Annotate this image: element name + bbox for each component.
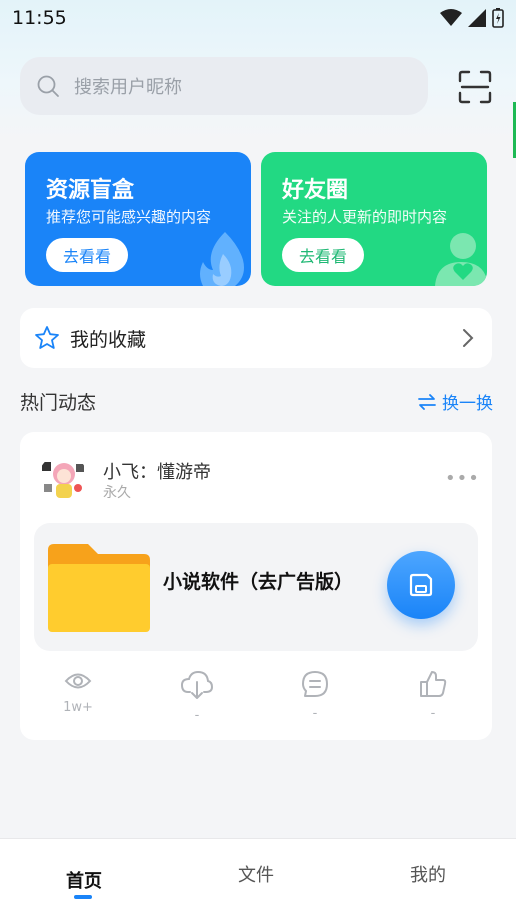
person-heart-icon xyxy=(435,233,487,286)
folder-icon xyxy=(48,544,150,632)
more-options-icon[interactable]: ••• xyxy=(445,468,480,489)
save-button[interactable] xyxy=(387,551,455,619)
comments-count: - xyxy=(312,706,318,721)
post-username[interactable]: 小飞：懂游帝 xyxy=(103,458,211,484)
card-subtitle: 推荐您可能感兴趣的内容 xyxy=(46,208,212,226)
search-icon xyxy=(37,75,59,97)
card-title: 好友圈 xyxy=(282,178,349,203)
card-title: 资源盲盒 xyxy=(46,178,135,203)
bottom-tab-bar: 首页 文件 我的 xyxy=(0,838,516,916)
status-icons xyxy=(440,8,504,28)
star-icon xyxy=(35,326,59,349)
search-input[interactable]: 搜索用户昵称 xyxy=(20,57,428,115)
status-bar: 11:55 xyxy=(0,0,516,36)
hot-feed-title: 热门动态 xyxy=(20,392,97,414)
friends-circle-go-button[interactable]: 去看看 xyxy=(282,238,364,272)
likes-stat[interactable]: - xyxy=(393,670,473,721)
signal-icon xyxy=(468,9,486,27)
post-user-subtitle: 永久 xyxy=(103,485,131,501)
swap-icon xyxy=(418,393,436,410)
battery-icon xyxy=(492,8,504,28)
my-favorites-row[interactable]: 我的收藏 xyxy=(20,308,492,368)
tab-files[interactable]: 文件 xyxy=(238,861,274,887)
wifi-icon xyxy=(440,9,462,26)
tab-active-indicator xyxy=(74,895,92,899)
chevron-right-icon xyxy=(463,329,474,347)
favorites-label: 我的收藏 xyxy=(70,328,147,351)
status-time: 11:55 xyxy=(12,7,67,29)
downloads-stat[interactable]: - xyxy=(157,670,237,723)
comments-stat[interactable]: - xyxy=(275,670,355,721)
post-card[interactable]: 小飞：懂游帝 永久 ••• 小说软件（去广告版） 1w+ - - - xyxy=(20,432,492,740)
resource-box-go-button[interactable]: 去看看 xyxy=(46,238,128,272)
thumbs-up-icon xyxy=(420,671,447,697)
file-item[interactable]: 小说软件（去广告版） xyxy=(34,523,478,651)
cloud-download-icon xyxy=(180,670,214,699)
eye-icon xyxy=(64,673,92,689)
save-icon xyxy=(409,573,433,597)
switch-label: 换一换 xyxy=(442,394,493,414)
tab-home[interactable]: 首页 xyxy=(66,867,102,893)
comment-icon xyxy=(302,671,328,697)
scan-icon[interactable] xyxy=(458,70,492,104)
views-stat: 1w+ xyxy=(38,670,118,715)
refresh-switch-button[interactable]: 换一换 xyxy=(418,389,493,414)
file-name: 小说软件（去广告版） xyxy=(163,571,354,593)
likes-count: - xyxy=(430,706,436,721)
card-subtitle: 关注的人更新的即时内容 xyxy=(282,208,448,226)
resource-box-card[interactable]: 资源盲盒 推荐您可能感兴趣的内容 去看看 xyxy=(25,152,251,286)
views-count: 1w+ xyxy=(63,700,93,715)
search-placeholder: 搜索用户昵称 xyxy=(74,77,182,98)
friends-circle-card[interactable]: 好友圈 关注的人更新的即时内容 去看看 xyxy=(261,152,487,286)
downloads-count: - xyxy=(194,708,200,723)
tab-mine[interactable]: 我的 xyxy=(410,861,446,887)
flame-icon xyxy=(200,232,244,286)
avatar[interactable] xyxy=(38,454,88,504)
